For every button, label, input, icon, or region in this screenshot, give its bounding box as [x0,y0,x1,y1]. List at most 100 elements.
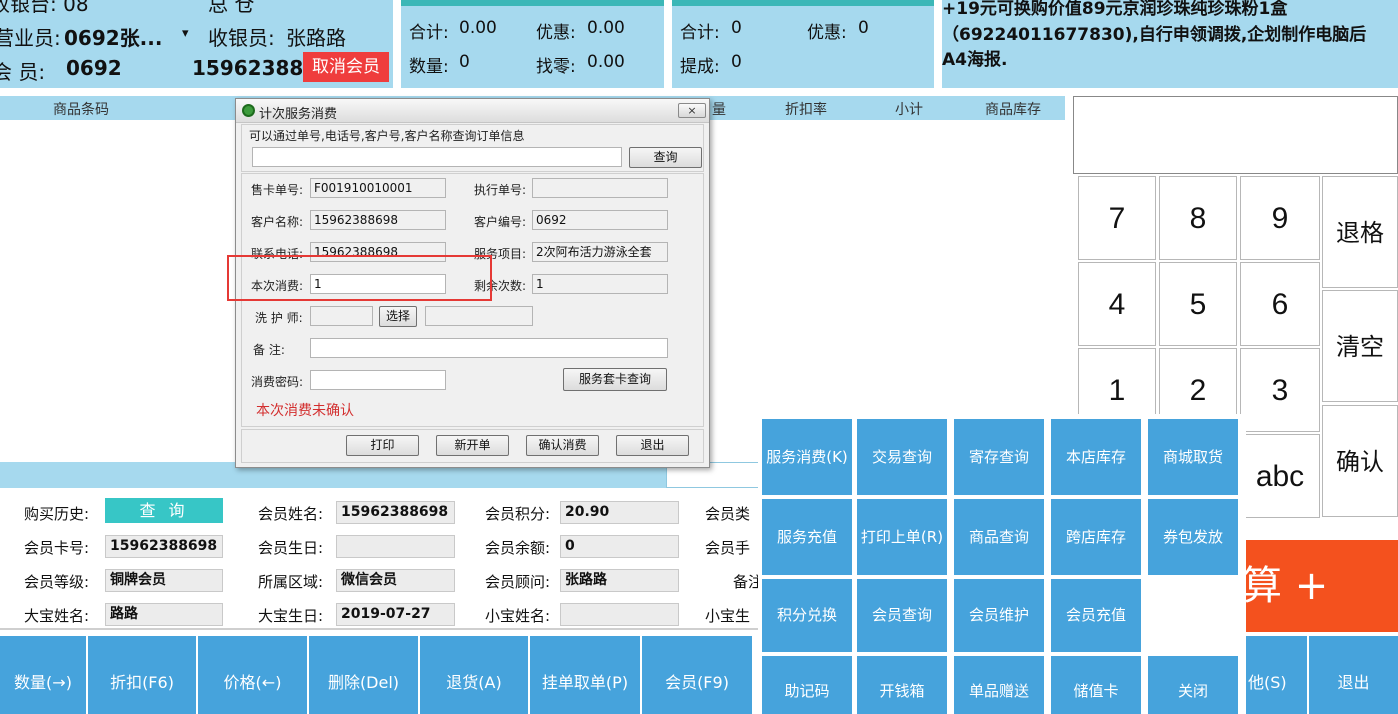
menu-cross-store-stock[interactable]: 跨店库存 [1051,499,1141,575]
baby2-label: 小宝生 [705,607,751,625]
points-label: 会员积分: [485,505,551,523]
region-field: 微信会员 [336,569,455,592]
qty-button[interactable]: 数量(→) [0,636,86,714]
region-label: 所属区域: [258,573,324,591]
col-subtotal: 小计 [895,102,923,118]
hold-order-button[interactable]: 挂单取单(P) [530,636,640,714]
divider [0,628,760,630]
card-label: 会员卡号: [24,539,90,557]
discount2-value: 0 [858,18,869,38]
remaining-field: 1 [532,274,668,294]
price-button[interactable]: 价格(←) [198,636,307,714]
card-field: 15962388698 [105,535,223,558]
menu-stored-card[interactable]: 储值卡 [1051,656,1141,714]
customer-name-label: 客户名称: [251,215,304,229]
menu-close[interactable]: 关闭 [1148,656,1238,714]
menu-trade-query[interactable]: 交易查询 [857,419,947,495]
menu-service-consume[interactable]: 服务消费(K) [762,419,852,495]
dialog-title: 计次服务消费 [259,107,338,122]
sales-dropdown-icon[interactable]: ▾ [182,26,189,41]
key-5[interactable]: 5 [1159,262,1237,346]
consume-status-text: 本次消费未确认 [256,403,354,419]
menu-member-recharge[interactable]: 会员充值 [1051,579,1141,652]
key-8[interactable]: 8 [1159,176,1237,260]
level-field: 铜牌会员 [105,569,223,592]
search-button[interactable]: 查询 [629,147,702,168]
nurse-name-field [425,306,533,326]
dialog-titlebar[interactable]: 计次服务消费 × [236,99,709,123]
key-9[interactable]: 9 [1240,176,1320,260]
menu-points-exchange[interactable]: 积分兑换 [762,579,852,652]
col-qty: 量 [712,102,726,118]
baby1-name-field: 路路 [105,603,223,626]
menu-print-last[interactable]: 打印上单(R) [857,499,947,575]
settle-button[interactable]: 算 + [1240,540,1398,632]
key-4[interactable]: 4 [1078,262,1156,346]
select-nurse-button[interactable]: 选择 [379,306,417,327]
confirm-consume-button[interactable]: 确认消费 [526,435,599,456]
menu-coupon-issue[interactable]: 券包发放 [1148,499,1238,575]
key-abc[interactable]: abc [1240,434,1320,518]
totals-left-panel: 合计: 0.00 优惠: 0.00 数量: 0 找零: 0.00 [401,0,664,88]
total-value: 0.00 [459,18,497,38]
total2-value: 0 [731,18,742,38]
col-discount-rate: 折扣率 [785,102,827,118]
change-label: 找零: [536,57,576,77]
balance-label: 会员余额: [485,539,551,557]
menu-store-stock[interactable]: 本店库存 [1051,419,1141,495]
baby1-name-label: 大宝姓名: [24,607,90,625]
name-label: 会员姓名: [258,505,324,523]
close-icon[interactable]: × [678,103,706,118]
other-button[interactable]: 他(S) [1246,636,1307,714]
menu-gift-item[interactable]: 单品赠送 [954,656,1044,714]
key-confirm[interactable]: 确认 [1322,405,1398,517]
remark-input[interactable] [310,338,668,358]
customer-no-label: 客户编号: [474,215,527,229]
menu-member-maintain[interactable]: 会员维护 [954,579,1044,652]
birthday-field [336,535,455,558]
member-button[interactable]: 会员(F9) [642,636,752,714]
menu-deposit-query[interactable]: 寄存查询 [954,419,1044,495]
card-no-label: 售卡单号: [251,183,304,197]
menu-product-query[interactable]: 商品查询 [954,499,1044,575]
nurse-label: 洗 护 师: [255,311,303,325]
search-input[interactable] [252,147,622,167]
cancel-member-button[interactable]: 取消会员 [303,52,389,82]
phone-label: 会员手 [705,539,751,557]
dialog-exit-button[interactable]: 退出 [616,435,689,456]
col-stock: 商品库存 [985,102,1041,118]
return-button[interactable]: 退货(A) [420,636,528,714]
key-7[interactable]: 7 [1078,176,1156,260]
key-backspace[interactable]: 退格 [1322,176,1398,288]
key-clear[interactable]: 清空 [1322,290,1398,402]
member-id: 0692 [66,56,122,80]
menu-memo-code[interactable]: 助记码 [762,656,852,714]
key-3[interactable]: 3 [1240,348,1320,432]
delete-button[interactable]: 删除(Del) [309,636,418,714]
new-order-button[interactable]: 新开单 [436,435,509,456]
exit-button[interactable]: 退出 [1309,636,1398,714]
menu-service-recharge[interactable]: 服务充值 [762,499,852,575]
header-info-panel: 收银台: 08 总 仓 营业员: 0692张... ▾ 收银员: 张路路 会 员… [0,0,393,88]
points-field: 20.90 [560,501,679,524]
history-query-button[interactable]: 查 询 [105,498,223,523]
menu-member-query[interactable]: 会员查询 [857,579,947,652]
birthday-label: 会员生日: [258,539,324,557]
package-query-button[interactable]: 服务套卡查询 [563,368,667,391]
discount-value: 0.00 [587,18,625,38]
menu-open-drawer[interactable]: 开钱箱 [857,656,947,714]
exec-no-field [532,178,668,198]
key-6[interactable]: 6 [1240,262,1320,346]
password-label: 消费密码: [251,375,304,389]
type-label: 会员类 [705,505,751,523]
total2-label: 合计: [680,23,720,43]
history-label: 购买历史: [24,505,90,523]
qty-value: 0 [459,52,470,72]
print-button[interactable]: 打印 [346,435,419,456]
password-input[interactable] [310,370,446,390]
discount-button[interactable]: 折扣(F6) [88,636,196,714]
promo-line-3: A4海报. [942,50,1008,70]
exec-no-label: 执行单号: [474,183,527,197]
sales-value[interactable]: 0692张... [64,22,162,51]
menu-mall-pickup[interactable]: 商城取货 [1148,419,1238,495]
